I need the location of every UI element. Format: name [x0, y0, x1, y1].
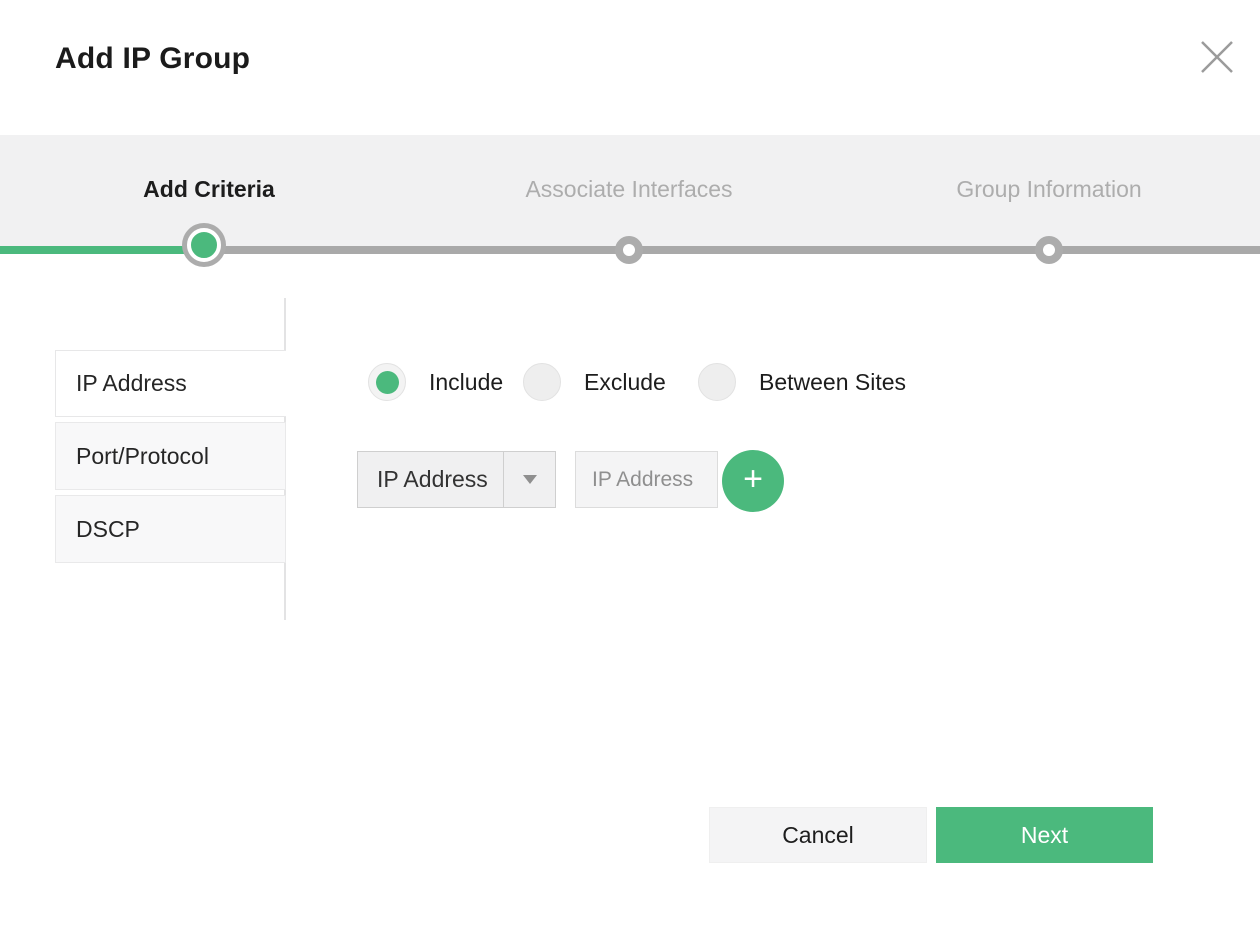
tab-label: IP Address — [76, 370, 187, 397]
radio-dot — [376, 371, 399, 394]
chevron-down-icon — [523, 475, 537, 484]
radio-label: Exclude — [584, 369, 666, 396]
step-label-associate-interfaces[interactable]: Associate Interfaces — [525, 176, 732, 203]
tab-ip-address[interactable]: IP Address — [55, 350, 286, 417]
tab-dscp[interactable]: DSCP — [55, 495, 286, 563]
ip-type-dropdown[interactable]: IP Address — [357, 451, 556, 508]
radio-include[interactable]: Include — [368, 363, 503, 401]
close-button[interactable] — [1196, 36, 1238, 78]
dropdown-selected-value: IP Address — [358, 452, 503, 507]
step-dot-icon — [1035, 236, 1063, 264]
step-dot-icon — [615, 236, 643, 264]
radio-between-sites[interactable]: Between Sites — [698, 363, 906, 401]
next-button[interactable]: Next — [936, 807, 1153, 863]
add-ip-group-dialog: Add IP Group Add Criteria Associate Inte… — [0, 0, 1260, 946]
page-title: Add IP Group — [55, 42, 250, 76]
radio-label: Include — [429, 369, 503, 396]
dropdown-caret-zone[interactable] — [503, 452, 555, 507]
plus-icon: + — [743, 460, 763, 499]
progress-fill — [0, 246, 209, 254]
tab-label: DSCP — [76, 516, 140, 543]
radio-exclude[interactable]: Exclude — [523, 363, 666, 401]
step-label-group-information[interactable]: Group Information — [956, 176, 1141, 203]
step-dot-active-icon — [187, 228, 221, 262]
ip-address-input[interactable] — [575, 451, 718, 508]
radio-unselected-icon[interactable] — [523, 363, 561, 401]
step-label-add-criteria[interactable]: Add Criteria — [143, 176, 275, 203]
tab-port-protocol[interactable]: Port/Protocol — [55, 422, 286, 490]
radio-unselected-icon[interactable] — [698, 363, 736, 401]
cancel-button[interactable]: Cancel — [709, 807, 927, 863]
radio-selected-icon[interactable] — [368, 363, 406, 401]
tab-label: Port/Protocol — [76, 443, 209, 470]
add-criteria-button[interactable]: + — [722, 450, 784, 512]
close-icon — [1198, 38, 1236, 76]
radio-label: Between Sites — [759, 369, 906, 396]
